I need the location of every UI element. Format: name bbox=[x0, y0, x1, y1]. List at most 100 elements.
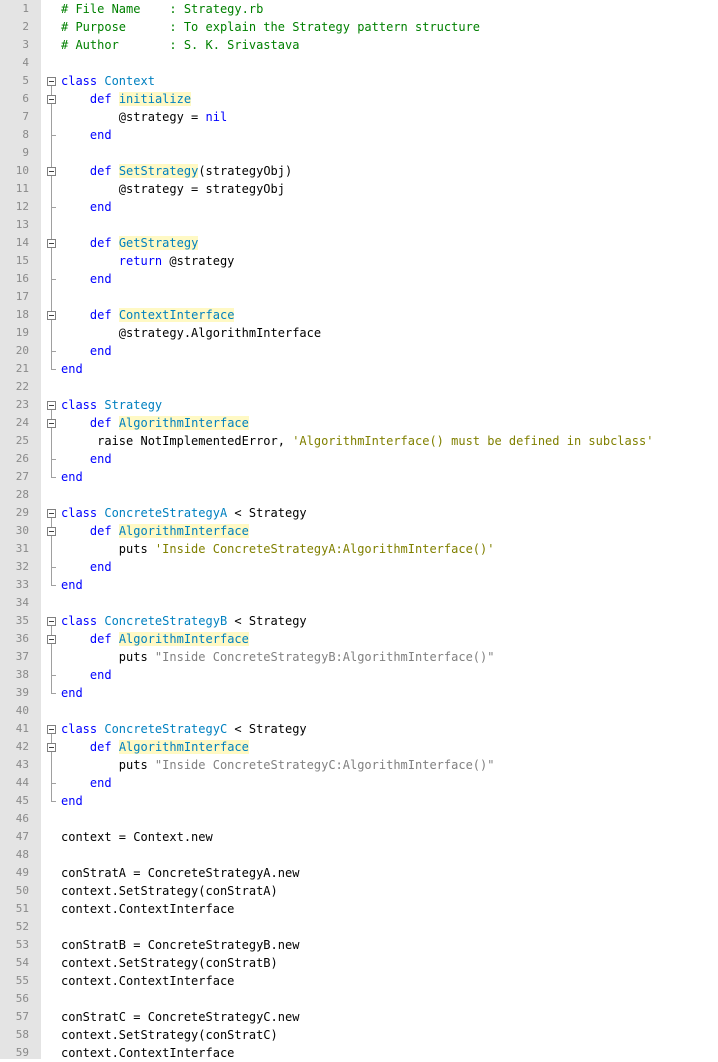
code-line[interactable]: 13 bbox=[0, 216, 718, 234]
line-number: 33 bbox=[15, 578, 29, 591]
code-token: ConcreteStrategyB bbox=[104, 614, 228, 628]
code-token: end bbox=[61, 470, 83, 484]
fold-toggle-icon[interactable] bbox=[47, 743, 56, 752]
code-token: class bbox=[61, 614, 98, 628]
code-token: end bbox=[89, 776, 112, 790]
fold-toggle-icon[interactable] bbox=[47, 527, 56, 536]
line-number: 46 bbox=[15, 812, 29, 825]
code-line[interactable]: 21 end bbox=[0, 360, 718, 378]
fold-toggle-icon[interactable] bbox=[47, 419, 56, 428]
code-text: @strategy = strategyObj bbox=[61, 180, 285, 198]
code-line[interactable]: 40 bbox=[0, 702, 718, 720]
code-token: end bbox=[61, 686, 83, 700]
line-number: 57 bbox=[15, 1010, 29, 1023]
line-number: 14 bbox=[15, 236, 29, 249]
code-line[interactable]: 1 # File Name : Strategy.rb bbox=[0, 0, 718, 18]
code-line[interactable]: 42 def AlgorithmInterface bbox=[0, 738, 718, 756]
fold-end-tick bbox=[51, 351, 56, 352]
code-line[interactable]: 9 bbox=[0, 144, 718, 162]
code-line[interactable]: 32 end bbox=[0, 558, 718, 576]
code-line[interactable]: 15 return @strategy bbox=[0, 252, 718, 270]
fold-toggle-icon[interactable] bbox=[47, 311, 56, 320]
code-line[interactable]: 45 end bbox=[0, 792, 718, 810]
code-line[interactable]: 26 end bbox=[0, 450, 718, 468]
code-line[interactable]: 56 bbox=[0, 990, 718, 1008]
code-line[interactable]: 49 conStratA = ConcreteStrategyA.new bbox=[0, 864, 718, 882]
code-line[interactable]: 43 puts "Inside ConcreteStrategyC:Algori… bbox=[0, 756, 718, 774]
code-line[interactable]: 29 class ConcreteStrategyA < Strategy bbox=[0, 504, 718, 522]
code-text: conStratC = ConcreteStrategyC.new bbox=[61, 1008, 299, 1026]
code-line[interactable]: 10 def SetStrategy(strategyObj) bbox=[0, 162, 718, 180]
code-line[interactable]: 28 bbox=[0, 486, 718, 504]
code-token: ContextInterface bbox=[118, 308, 235, 322]
code-line[interactable]: 34 bbox=[0, 594, 718, 612]
fold-line bbox=[51, 752, 52, 783]
line-number: 35 bbox=[15, 614, 29, 627]
code-line[interactable]: 31 puts 'Inside ConcreteStrategyA:Algori… bbox=[0, 540, 718, 558]
code-line[interactable]: 48 bbox=[0, 846, 718, 864]
code-line[interactable]: 53 conStratB = ConcreteStrategyB.new bbox=[0, 936, 718, 954]
code-token: @strategy bbox=[162, 254, 235, 268]
line-number: 34 bbox=[15, 596, 29, 609]
fold-toggle-icon[interactable] bbox=[47, 725, 56, 734]
code-line[interactable]: 37 puts "Inside ConcreteStrategyB:Algori… bbox=[0, 648, 718, 666]
code-line[interactable]: 18 def ContextInterface bbox=[0, 306, 718, 324]
code-line[interactable]: 4 bbox=[0, 54, 718, 72]
code-line[interactable]: 14 def GetStrategy bbox=[0, 234, 718, 252]
line-number: 4 bbox=[22, 56, 29, 69]
code-line[interactable]: 19 @strategy.AlgorithmInterface bbox=[0, 324, 718, 342]
code-line[interactable]: 54 context.SetStrategy(conStratB) bbox=[0, 954, 718, 972]
code-line[interactable]: 17 bbox=[0, 288, 718, 306]
fold-toggle-icon[interactable] bbox=[47, 239, 56, 248]
code-line[interactable]: 6 def initialize bbox=[0, 90, 718, 108]
fold-toggle-icon[interactable] bbox=[47, 95, 56, 104]
code-line[interactable]: 20 end bbox=[0, 342, 718, 360]
code-line[interactable]: 25 raise NotImplementedError, 'Algorithm… bbox=[0, 432, 718, 450]
code-line[interactable]: 52 bbox=[0, 918, 718, 936]
code-token: # Purpose : To explain the Strategy patt… bbox=[61, 20, 481, 34]
code-line[interactable]: 7 @strategy = nil bbox=[0, 108, 718, 126]
code-line[interactable]: 8 end bbox=[0, 126, 718, 144]
fold-toggle-icon[interactable] bbox=[47, 509, 56, 518]
code-line[interactable]: 36 def AlgorithmInterface bbox=[0, 630, 718, 648]
code-line[interactable]: 23 class Strategy bbox=[0, 396, 718, 414]
code-line[interactable]: 33 end bbox=[0, 576, 718, 594]
code-text: end bbox=[61, 270, 112, 288]
code-token: Context bbox=[104, 74, 155, 88]
code-line[interactable]: 22 bbox=[0, 378, 718, 396]
code-editor[interactable]: 1 # File Name : Strategy.rb 2 # Purpose : T… bbox=[0, 0, 718, 1062]
code-line[interactable]: 58 context.SetStrategy(conStratC) bbox=[0, 1026, 718, 1044]
code-line[interactable]: 41 class ConcreteStrategyC < Strategy bbox=[0, 720, 718, 738]
fold-toggle-icon[interactable] bbox=[47, 617, 56, 626]
code-line[interactable]: 39 end bbox=[0, 684, 718, 702]
fold-toggle-icon[interactable] bbox=[47, 77, 56, 86]
code-line[interactable]: 57 conStratC = ConcreteStrategyC.new bbox=[0, 1008, 718, 1026]
code-line[interactable]: 35 class ConcreteStrategyB < Strategy bbox=[0, 612, 718, 630]
code-line[interactable]: 2 # Purpose : To explain the Strategy pat… bbox=[0, 18, 718, 36]
code-line[interactable]: 46 bbox=[0, 810, 718, 828]
code-line[interactable]: 55 context.ContextInterface bbox=[0, 972, 718, 990]
code-line[interactable]: 5 class Context bbox=[0, 72, 718, 90]
code-line[interactable]: 24 def AlgorithmInterface bbox=[0, 414, 718, 432]
fold-toggle-icon[interactable] bbox=[47, 167, 56, 176]
line-number: 19 bbox=[15, 326, 29, 339]
code-line[interactable]: 27 end bbox=[0, 468, 718, 486]
code-line[interactable]: 11 @strategy = strategyObj bbox=[0, 180, 718, 198]
code-line[interactable]: 47 context = Context.new bbox=[0, 828, 718, 846]
code-line[interactable]: 51 context.ContextInterface bbox=[0, 900, 718, 918]
code-line[interactable]: 3 # Author : S. K. Srivastava bbox=[0, 36, 718, 54]
code-line[interactable]: 50 context.SetStrategy(conStratA) bbox=[0, 882, 718, 900]
code-line[interactable]: 59 context.ContextInterface bbox=[0, 1044, 718, 1062]
fold-toggle-icon[interactable] bbox=[47, 635, 56, 644]
code-line[interactable]: 16 end bbox=[0, 270, 718, 288]
line-number: 5 bbox=[22, 74, 29, 87]
code-line[interactable]: 44 end bbox=[0, 774, 718, 792]
code-line[interactable]: 12 end bbox=[0, 198, 718, 216]
code-line[interactable]: 30 def AlgorithmInterface bbox=[0, 522, 718, 540]
code-line[interactable]: 38 end bbox=[0, 666, 718, 684]
fold-toggle-icon[interactable] bbox=[47, 401, 56, 410]
code-text: def GetStrategy bbox=[61, 234, 199, 252]
